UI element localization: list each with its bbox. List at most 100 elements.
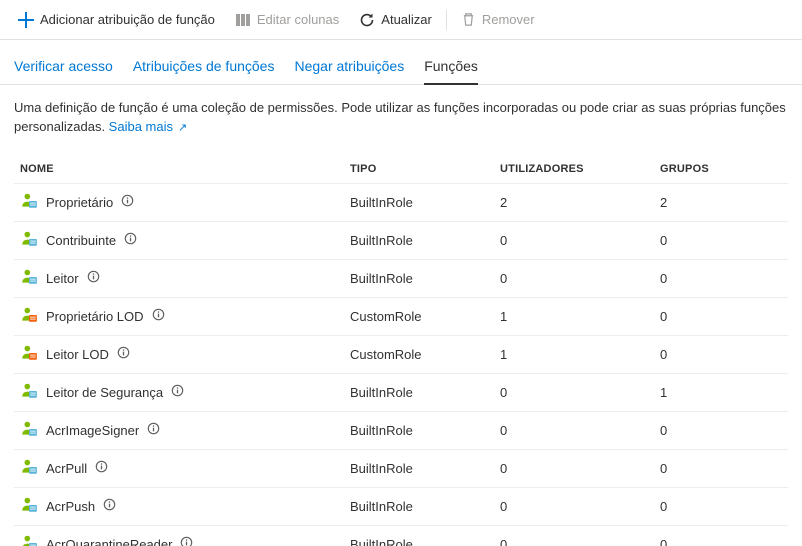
tab-roles[interactable]: Funções (424, 52, 478, 84)
toolbar-separator (446, 10, 447, 30)
role-groups: 0 (654, 225, 774, 256)
table-row[interactable]: Leitor BuiltInRole 0 0 (14, 259, 788, 297)
role-users: 0 (494, 263, 654, 294)
role-icon (20, 534, 38, 546)
role-name-cell: AcrImageSigner (14, 412, 344, 449)
role-groups: 0 (654, 301, 774, 332)
remove-button: Remover (451, 2, 545, 38)
role-icon (20, 306, 38, 327)
table-row[interactable]: Contribuinte BuiltInRole 0 0 (14, 221, 788, 259)
description: Uma definição de função é uma coleção de… (0, 85, 802, 145)
add-label: Adicionar atribuição de função (40, 12, 215, 27)
col-type: TIPO (344, 155, 494, 183)
table-row[interactable]: AcrPull BuiltInRole 0 0 (14, 449, 788, 487)
trash-icon (461, 12, 476, 27)
role-name-cell: AcrPull (14, 450, 344, 487)
role-groups: 0 (654, 529, 774, 546)
tab-deny-assignments[interactable]: Negar atribuições (294, 52, 404, 84)
role-type: BuiltInRole (344, 491, 494, 522)
role-name: Leitor LOD (46, 347, 109, 362)
add-role-assignment-button[interactable]: Adicionar atribuição de função (8, 2, 225, 38)
refresh-label: Atualizar (381, 12, 432, 27)
table-row[interactable]: Proprietário LOD CustomRole 1 0 (14, 297, 788, 335)
info-icon[interactable] (95, 460, 108, 476)
role-name: AcrImageSigner (46, 423, 139, 438)
role-type: BuiltInRole (344, 187, 494, 218)
role-icon (20, 496, 38, 517)
role-name: AcrPush (46, 499, 95, 514)
role-users: 0 (494, 415, 654, 446)
info-icon[interactable] (103, 498, 116, 514)
remove-label: Remover (482, 12, 535, 27)
col-name: NOME (14, 155, 344, 183)
edit-columns-button: Editar colunas (225, 2, 349, 38)
role-icon (20, 458, 38, 479)
role-users: 0 (494, 377, 654, 408)
role-name: Proprietário (46, 195, 113, 210)
role-groups: 2 (654, 187, 774, 218)
role-groups: 0 (654, 453, 774, 484)
learn-more-link[interactable]: Saiba mais ↗ (109, 119, 188, 134)
tab-role-assignments[interactable]: Atribuições de funções (133, 52, 275, 84)
role-type: CustomRole (344, 301, 494, 332)
role-type: BuiltInRole (344, 453, 494, 484)
table-row[interactable]: Proprietário BuiltInRole 2 2 (14, 183, 788, 221)
table-header: NOME TIPO UTILIZADORES GRUPOS (14, 155, 788, 183)
role-users: 0 (494, 529, 654, 546)
role-name-cell: Proprietário LOD (14, 298, 344, 335)
role-users: 0 (494, 491, 654, 522)
role-icon (20, 382, 38, 403)
role-groups: 0 (654, 263, 774, 294)
info-icon[interactable] (117, 346, 130, 362)
col-groups: GRUPOS (654, 155, 774, 183)
role-icon (20, 192, 38, 213)
role-name-cell: AcrPush (14, 488, 344, 525)
columns-icon (235, 12, 251, 28)
role-icon (20, 344, 38, 365)
role-icon (20, 230, 38, 251)
role-groups: 0 (654, 339, 774, 370)
role-type: BuiltInRole (344, 225, 494, 256)
table-row[interactable]: AcrQuarantineReader BuiltInRole 0 0 (14, 525, 788, 546)
edit-columns-label: Editar colunas (257, 12, 339, 27)
tabs: Verificar acesso Atribuições de funções … (0, 40, 802, 85)
info-icon[interactable] (180, 536, 193, 546)
role-users: 0 (494, 225, 654, 256)
table-row[interactable]: Leitor de Segurança BuiltInRole 0 1 (14, 373, 788, 411)
role-name: AcrQuarantineReader (46, 537, 172, 546)
role-users: 2 (494, 187, 654, 218)
col-users: UTILIZADORES (494, 155, 654, 183)
table-row[interactable]: AcrPush BuiltInRole 0 0 (14, 487, 788, 525)
toolbar: Adicionar atribuição de função Editar co… (0, 0, 802, 40)
info-icon[interactable] (87, 270, 100, 286)
role-name: Contribuinte (46, 233, 116, 248)
role-users: 1 (494, 301, 654, 332)
info-icon[interactable] (124, 232, 137, 248)
role-name-cell: Proprietário (14, 184, 344, 221)
role-name-cell: Leitor LOD (14, 336, 344, 373)
role-name: AcrPull (46, 461, 87, 476)
refresh-button[interactable]: Atualizar (349, 2, 442, 38)
role-groups: 0 (654, 415, 774, 446)
info-icon[interactable] (121, 194, 134, 210)
role-groups: 1 (654, 377, 774, 408)
refresh-icon (359, 12, 375, 28)
external-link-icon: ↗ (175, 122, 187, 134)
role-icon (20, 420, 38, 441)
role-groups: 0 (654, 491, 774, 522)
role-icon (20, 268, 38, 289)
role-type: BuiltInRole (344, 263, 494, 294)
info-icon[interactable] (152, 308, 165, 324)
role-name: Proprietário LOD (46, 309, 144, 324)
info-icon[interactable] (171, 384, 184, 400)
role-users: 1 (494, 339, 654, 370)
role-type: BuiltInRole (344, 529, 494, 546)
role-type: BuiltInRole (344, 415, 494, 446)
info-icon[interactable] (147, 422, 160, 438)
tab-verify-access[interactable]: Verificar acesso (14, 52, 113, 84)
role-type: BuiltInRole (344, 377, 494, 408)
role-type: CustomRole (344, 339, 494, 370)
table-row[interactable]: Leitor LOD CustomRole 1 0 (14, 335, 788, 373)
role-name-cell: Leitor de Segurança (14, 374, 344, 411)
table-row[interactable]: AcrImageSigner BuiltInRole 0 0 (14, 411, 788, 449)
